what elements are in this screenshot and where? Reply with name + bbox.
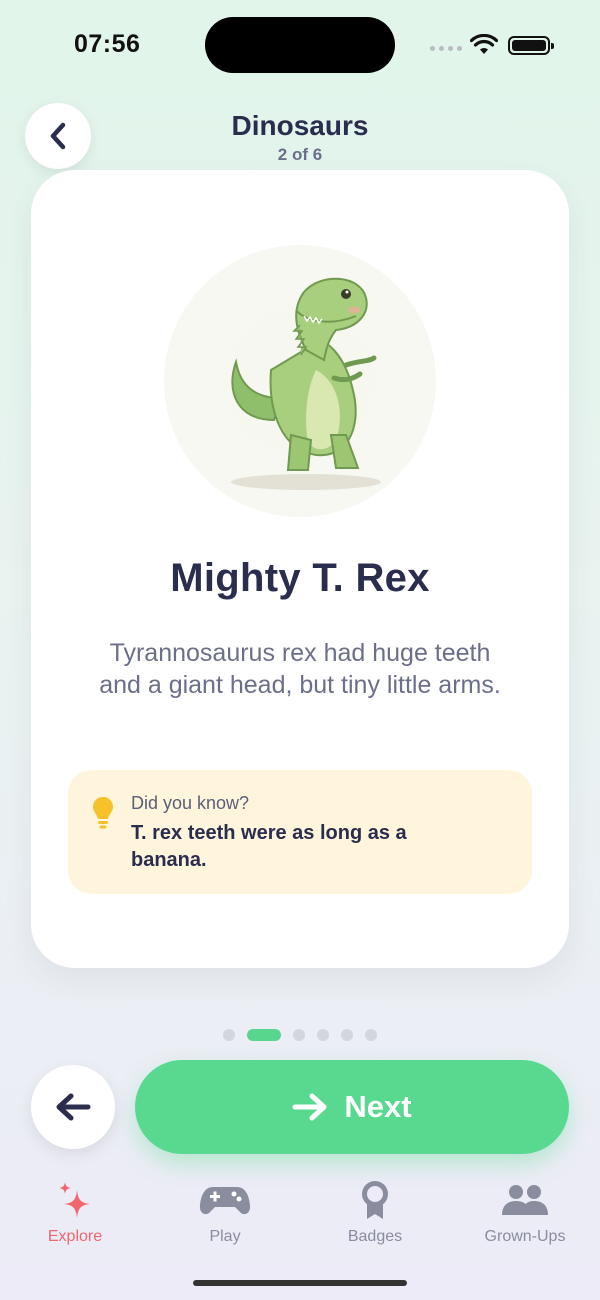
card-description: Tyrannosaurus rex had huge teeth and a g…: [99, 639, 501, 699]
tab-label: Badges: [347, 1228, 403, 1245]
arrow-left-icon: [56, 1093, 91, 1121]
pager-dot[interactable]: [317, 1029, 329, 1041]
dinosaur-card: Mighty T. Rex Tyrannosaurus rex had huge…: [31, 170, 569, 968]
next-label: Next: [344, 1089, 412, 1124]
signal-icon: [430, 46, 462, 51]
lightbulb-icon: [93, 797, 113, 829]
wifi-icon: [470, 34, 498, 54]
arrow-right-icon: [292, 1093, 327, 1121]
pager-dot[interactable]: [341, 1029, 353, 1041]
pager-dot[interactable]: [293, 1029, 305, 1041]
gamepad-icon: [199, 1187, 251, 1215]
progress-label: 2 of 6: [277, 145, 323, 164]
pager-dots: [0, 1029, 600, 1041]
dynamic-island: [205, 17, 395, 73]
tab-label: Play: [209, 1228, 241, 1245]
people-icon: [502, 1185, 548, 1215]
t-rex-illustration: [231, 277, 381, 490]
battery-icon: [508, 36, 554, 55]
badge-icon: [362, 1181, 388, 1219]
pager-dot-active[interactable]: [247, 1029, 281, 1041]
card-title: Mighty T. Rex: [170, 556, 430, 600]
tab-explore[interactable]: Explore: [0, 1178, 150, 1246]
tab-label: Grown-Ups: [484, 1228, 566, 1245]
next-button[interactable]: Next: [135, 1060, 569, 1154]
sparkles-icon: [59, 1182, 90, 1218]
pager-dot[interactable]: [365, 1029, 377, 1041]
fact-text: T. rex teeth were as long as a banana.: [131, 822, 407, 871]
pager-dot[interactable]: [223, 1029, 235, 1041]
previous-button[interactable]: [31, 1065, 115, 1149]
tab-play[interactable]: Play: [150, 1178, 300, 1246]
home-indicator: [193, 1280, 407, 1286]
tab-label: Explore: [47, 1228, 103, 1245]
tab-grown-ups[interactable]: Grown-Ups: [450, 1178, 600, 1246]
tab-badges[interactable]: Badges: [300, 1178, 450, 1246]
fact-label: Did you know?: [131, 793, 250, 813]
status-time: 07:56: [74, 30, 141, 58]
page-title: Dinosaurs: [231, 110, 369, 141]
fun-fact-box: Did you know? T. rex teeth were as long …: [68, 770, 532, 894]
